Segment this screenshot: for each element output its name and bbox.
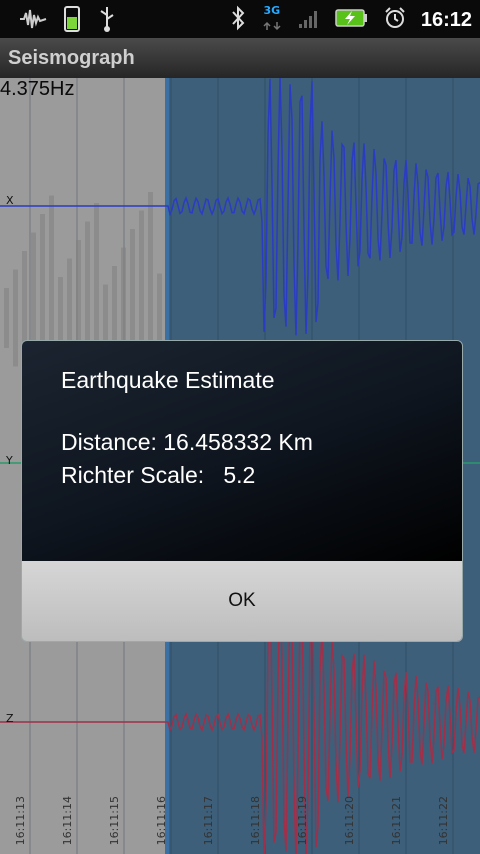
richter-row: Richter Scale: 5.2 bbox=[61, 462, 255, 489]
time-label: 16:11:13 bbox=[14, 796, 27, 846]
distance-row: Distance: 16.458332 Km bbox=[61, 429, 313, 456]
clock-time: 16:12 bbox=[420, 8, 472, 31]
ok-button[interactable]: OK bbox=[22, 561, 462, 641]
network-type: 3G bbox=[261, 5, 283, 35]
charging-battery-icon bbox=[335, 7, 369, 33]
bluetooth-icon bbox=[229, 5, 247, 35]
time-label: 16:11:21 bbox=[390, 796, 403, 846]
distance-value: 16.458332 Km bbox=[163, 429, 313, 455]
time-label: 16:11:22 bbox=[437, 796, 450, 846]
status-bar: 3G 16:12 bbox=[0, 0, 480, 38]
signal-icon bbox=[297, 6, 321, 34]
app-title: Seismograph bbox=[8, 47, 135, 69]
richter-value: 5.2 bbox=[223, 462, 256, 488]
past-data-bar bbox=[13, 269, 18, 367]
app-title-bar: Seismograph bbox=[0, 38, 480, 79]
time-label: 16:11:19 bbox=[296, 796, 309, 846]
past-data-bar bbox=[4, 288, 9, 348]
y-axis-label: Y bbox=[6, 454, 13, 467]
time-label: 16:11:18 bbox=[249, 796, 262, 846]
waveform-icon bbox=[18, 7, 48, 35]
time-label: 16:11:15 bbox=[108, 796, 121, 846]
usb-icon bbox=[96, 5, 118, 37]
x-axis-label: X bbox=[6, 194, 14, 207]
battery-app-icon bbox=[62, 5, 82, 37]
time-label: 16:11:20 bbox=[343, 796, 356, 846]
time-label: 16:11:14 bbox=[61, 796, 74, 846]
dialog-title: Earthquake Estimate bbox=[61, 367, 275, 393]
z-axis-label: Z bbox=[6, 712, 14, 725]
distance-label: Distance: bbox=[61, 429, 157, 455]
time-label: 16:11:16 bbox=[155, 796, 168, 846]
dialog-body: Earthquake Estimate Distance: 16.458332 … bbox=[22, 341, 462, 561]
alarm-icon bbox=[383, 6, 407, 34]
time-label: 16:11:17 bbox=[202, 796, 215, 846]
richter-label: Richter Scale: bbox=[61, 462, 205, 488]
frequency-readout: 4.375Hz bbox=[0, 78, 75, 100]
earthquake-estimate-dialog: Earthquake Estimate Distance: 16.458332 … bbox=[21, 340, 463, 642]
dialog-button-bar: OK bbox=[22, 561, 462, 641]
